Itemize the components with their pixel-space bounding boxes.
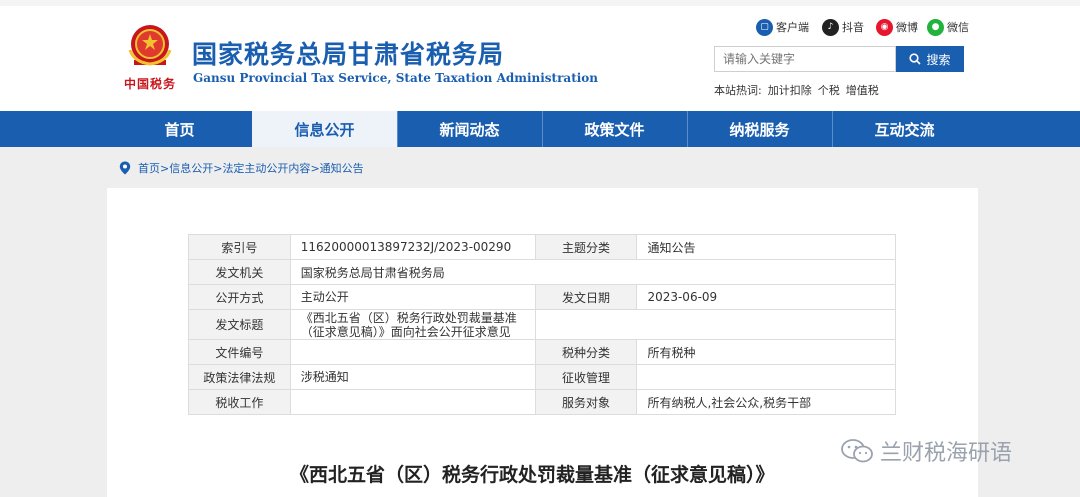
weibo-icon: ◉ [876,18,893,36]
hot-words-label: 本站热词: [714,84,762,97]
watermark-text: 兰财税海研语 [880,441,1013,466]
nav-item-home[interactable]: 首页 [107,111,252,147]
wechat-icon: ● [927,18,944,36]
breadcrumb: 首页 > 信息公开 > 法定主动公开内容 > 通知公告 [119,160,364,176]
breadcrumb-sep: > [213,161,223,175]
meta-label: 发文机关 [188,259,291,285]
table-row: 政策法律法规 涉税通知 征收管理 [188,364,896,390]
meta-value: 2023-06-09 [636,284,896,310]
breadcrumb-item[interactable]: 法定主动公开内容 [222,160,310,176]
meta-value: 所有税种 [636,339,896,365]
table-row: 文件编号 税种分类 所有税种 [188,339,896,365]
meta-value: 涉税通知 [289,364,536,390]
nav-item-interaction[interactable]: 互动交流 [832,111,977,147]
search-button[interactable]: 搜索 [896,46,964,72]
social-mobile-client[interactable]: ▢ 客户端 [756,18,809,36]
douyin-icon: ♪ [822,18,839,36]
breadcrumb-item[interactable]: 首页 [138,160,160,176]
site-header: 中国税务 国家税务总局甘肃省税务局 Gansu Provincial Tax S… [0,0,1080,111]
search-icon [909,53,922,65]
watermark: 兰财税海研语 [840,436,1012,466]
site-subtitle: Gansu Provincial Tax Service, State Taxa… [193,71,599,85]
breadcrumb-sep: > [310,161,320,175]
nav-item-news[interactable]: 新闻动态 [397,111,542,147]
table-row: 索引号 11620000013897232J/2023-00290 主题分类 通… [188,234,896,260]
hot-word[interactable]: 个税 [818,84,840,97]
emblem-signature: 中国税务 [124,77,177,91]
social-label: 客户端 [776,21,809,34]
table-row: 发文机关 国家税务总局甘肃省税务局 [188,259,897,285]
breadcrumb-item[interactable]: 通知公告 [320,160,364,176]
search-button-label: 搜索 [926,52,951,67]
meta-value [289,339,536,365]
social-douyin[interactable]: ♪ 抖音 [822,18,864,36]
mobile-client-icon: ▢ [756,18,773,36]
meta-label: 索引号 [188,234,291,260]
social-label: 微信 [947,21,969,34]
document-metadata-table: 索引号 11620000013897232J/2023-00290 主题分类 通… [188,234,897,415]
meta-label: 税种分类 [534,339,638,365]
meta-label: 征收管理 [534,364,638,390]
wechat-icon [841,439,873,463]
site-title[interactable]: 国家税务总局甘肃省税务局 [192,35,504,71]
meta-label: 主题分类 [534,234,638,260]
meta-value [636,364,896,390]
meta-label: 公开方式 [188,284,291,310]
meta-value: 主动公开 [289,284,536,310]
document-title: 《西北五省（区）税务行政处罚裁量基准（征求意见稿）》 [290,464,775,486]
table-row: 公开方式 主动公开 发文日期 2023-06-09 [188,284,896,310]
nav-item-tax-service[interactable]: 纳税服务 [687,111,832,147]
table-row: 税收工作 服务对象 所有纳税人,社会公众,税务干部 [188,389,896,415]
breadcrumb-item[interactable]: 信息公开 [169,160,213,176]
meta-label: 税收工作 [188,389,291,415]
meta-label: 服务对象 [534,389,638,415]
nav-item-policy[interactable]: 政策文件 [542,111,687,147]
meta-value: 通知公告 [636,234,896,260]
social-weibo[interactable]: ◉ 微博 [876,18,918,36]
meta-empty [534,309,897,340]
social-label: 抖音 [842,21,864,34]
meta-value: 《西北五省（区）税务行政处罚裁量基准（征求意见稿）》面向社会公开征求意见 [289,309,536,340]
meta-value: 所有纳税人,社会公众,税务干部 [636,389,896,415]
breadcrumb-sep: > [160,161,170,175]
national-emblem-icon [128,25,172,66]
meta-label: 发文日期 [534,284,638,310]
hot-words: 本站热词: 加计扣除 个税 增值税 [714,82,885,98]
social-wechat[interactable]: ● 微信 [927,18,969,36]
table-row: 发文标题 《西北五省（区）税务行政处罚裁量基准（征求意见稿）》面向社会公开征求意… [188,309,897,340]
hot-word[interactable]: 增值税 [846,84,879,97]
nav-item-info-disclosure[interactable]: 信息公开 [252,111,397,147]
search-input[interactable] [714,46,896,72]
meta-value [289,389,536,415]
location-pin-icon [119,161,131,175]
meta-label: 发文标题 [188,309,291,340]
meta-value: 11620000013897232J/2023-00290 [289,234,536,260]
hot-word[interactable]: 加计扣除 [768,84,812,97]
top-strip [0,0,1080,6]
main-nav: 首页 信息公开 新闻动态 政策文件 纳税服务 互动交流 [0,111,1080,147]
meta-value: 国家税务总局甘肃省税务局 [289,259,897,285]
meta-label: 政策法律法规 [188,364,291,390]
meta-label: 文件编号 [188,339,291,365]
social-label: 微博 [896,21,918,34]
